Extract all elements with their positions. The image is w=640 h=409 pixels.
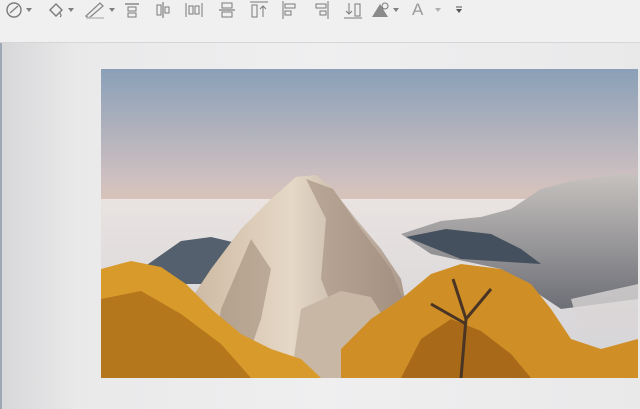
distribute-horizontal-icon[interactable] [185,2,203,18]
text-format-group[interactable]: A [412,0,442,20]
fill-bucket-group[interactable] [47,0,74,20]
align-bottom-up-icon[interactable] [249,1,269,19]
effects-group[interactable] [370,0,399,20]
align-bottom-up-button[interactable] [249,0,269,20]
more-dropdown-button[interactable] [455,0,463,20]
fill-bucket-icon[interactable] [47,1,65,19]
effects-dropdown-icon[interactable] [393,8,399,12]
canvas-left-edge [0,43,2,409]
mountain-landscape-photo [101,69,638,378]
bring-down-icon[interactable] [343,1,363,19]
pen-outline-group[interactable] [84,0,115,20]
align-top-icon[interactable] [124,2,140,18]
effects-icon[interactable] [370,1,390,19]
align-top-button[interactable] [124,0,140,20]
align-right-icon[interactable] [312,1,330,19]
slide-image[interactable] [101,69,638,378]
pen-outline-dropdown-icon[interactable] [109,8,115,12]
align-left-icon[interactable] [281,1,299,19]
more-dropdown-icon[interactable] [455,6,463,14]
align-middle-icon[interactable] [219,1,235,19]
pen-outline-icon[interactable] [84,1,106,19]
shape-fill-icon[interactable] [5,1,23,19]
align-middle-button[interactable] [219,0,235,20]
distribute-horizontal-button[interactable] [185,0,203,20]
bring-down-button[interactable] [343,0,363,20]
shape-fill-dropdown-icon[interactable] [26,8,32,12]
align-left-button[interactable] [281,0,299,20]
align-center-vertical-icon[interactable] [155,2,171,18]
text-format-icon[interactable]: A [412,0,423,20]
fill-bucket-dropdown-icon[interactable] [68,8,74,12]
shape-fill-group[interactable] [5,0,32,20]
text-format-dropdown-icon[interactable] [435,8,442,12]
align-right-button[interactable] [312,0,330,20]
align-center-vertical-button[interactable] [155,0,171,20]
toolbar: A [0,0,640,43]
